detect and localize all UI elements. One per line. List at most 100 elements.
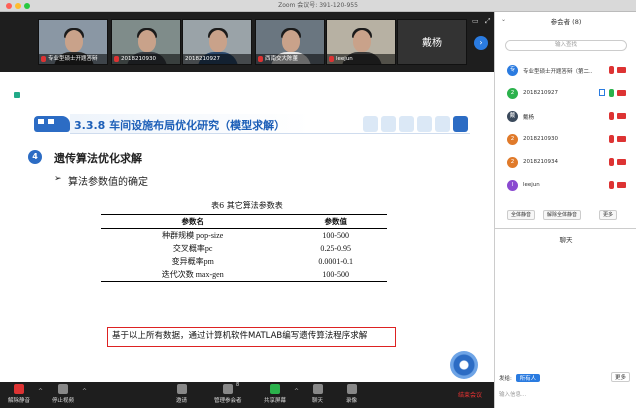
param-name: 变异概率pm	[171, 257, 214, 266]
participants-panel: ⌄ 参会者 (8) 输入查找 专 专业型硕士开题答辩（第二... 2 20182…	[494, 12, 636, 408]
video-off-icon	[617, 159, 626, 165]
train-icon	[453, 116, 468, 132]
video-nametag: 西南交大陈董	[256, 54, 324, 64]
mic-muted-icon	[609, 158, 614, 166]
end-meeting-button[interactable]: 结束会议	[458, 390, 482, 399]
muted-mic-icon	[41, 55, 46, 62]
send-to-label: 发给:	[499, 376, 512, 382]
param-name: 交叉概率pc	[172, 244, 213, 253]
section-title: 3.3.8 车间设施布局优化研究（模型求解）	[74, 119, 286, 132]
avatar: 戴	[507, 111, 518, 122]
mic-muted-icon	[609, 181, 614, 189]
mic-on-icon	[609, 89, 614, 97]
record-icon	[346, 384, 357, 394]
participant-search-input[interactable]: 输入查找	[505, 40, 627, 51]
train-logo-icon	[34, 116, 70, 132]
manage-label: 管理参会者	[214, 398, 242, 404]
person-head	[282, 30, 300, 52]
param-name: 迭代次数 max-gen	[101, 268, 285, 282]
video-off-icon	[617, 182, 626, 188]
table-row: 迭代次数 max-gen 100-500	[101, 268, 387, 282]
unmute-button[interactable]: 解除静音	[8, 384, 30, 404]
column-header: 参数名	[101, 214, 285, 229]
participant-name: 2018210927	[523, 90, 558, 96]
video-nametag: 2018210927	[183, 54, 251, 64]
gear-icon	[450, 351, 478, 379]
chat-input[interactable]: 输入信息...	[499, 388, 633, 402]
table-caption: 表6 其它算法参数表	[211, 201, 283, 210]
video-tile[interactable]: 2018210930	[111, 19, 181, 65]
video-name: 专业型硕士开题答辩	[48, 56, 98, 62]
video-tile-name-only[interactable]: 戴杨	[397, 19, 467, 65]
meeting-main: 专业型硕士开题答辩 2018210930 2018210927 西南交大陈董 l…	[0, 12, 494, 382]
send-to-select[interactable]: 所有人	[515, 374, 541, 382]
parameter-table: 参数名 参数值 种群规模 pop-size 100-500 交叉概率pc 0.2…	[101, 214, 387, 282]
video-off-icon	[617, 90, 626, 96]
participant-list: 专 专业型硕士开题答辩（第二... 2 2018210927 戴 戴杨 2 20…	[495, 60, 636, 198]
record-button[interactable]: 录像	[346, 384, 357, 404]
chat-more-button[interactable]: 更多	[610, 372, 630, 382]
share-screen-button[interactable]: 共享屏幕	[264, 384, 286, 404]
avatar: 专	[507, 65, 518, 76]
video-strip-controls[interactable]: ▭ ⤢	[472, 17, 492, 26]
mic-muted-icon	[609, 112, 614, 120]
avatar: l	[507, 180, 518, 191]
video-nametag: leejun	[327, 54, 395, 64]
step-number-badge: 4	[28, 150, 42, 164]
zoom-window-button[interactable]	[24, 3, 30, 9]
participant-name: 专业型硕士开题答辩（第二...	[523, 69, 593, 75]
share-screen-icon	[270, 384, 280, 394]
arrow-bullet-icon: ➢	[54, 174, 62, 184]
video-off-icon	[617, 67, 626, 73]
param-name: 种群规模 pop-size	[162, 231, 224, 240]
next-page-arrow-icon[interactable]: ›	[474, 36, 488, 50]
table-row: 变异概率pm 0.0001-0.1	[101, 255, 387, 268]
muted-mic-icon	[258, 55, 263, 62]
table-row: 种群规模 pop-size 100-500	[101, 229, 387, 243]
participant-name: leejun	[523, 182, 540, 188]
mic-muted-icon	[609, 66, 614, 74]
invite-icon	[176, 384, 187, 394]
participant-row[interactable]: 2 2018210927	[495, 83, 636, 106]
participant-row[interactable]: 专 专业型硕士开题答辩（第二...	[495, 60, 636, 83]
video-tile[interactable]: 专业型硕士开题答辩	[38, 19, 108, 65]
train-icon	[399, 116, 414, 132]
minimize-window-button[interactable]	[15, 3, 21, 9]
stop-video-button[interactable]: 停止视频	[52, 384, 74, 404]
chat-button[interactable]: 聊天	[312, 384, 323, 404]
muted-mic-icon	[329, 55, 334, 62]
participant-name: 戴杨	[523, 115, 535, 121]
more-button[interactable]: 更多	[599, 210, 618, 220]
conclusion-box: 基于以上所有数据，通过计算机软件MATLAB编写遗传算法程序求解	[107, 327, 396, 347]
person-head	[65, 30, 83, 52]
video-name: 2018210927	[185, 56, 220, 62]
participant-row[interactable]: 2 2018210934	[495, 152, 636, 175]
avatar: 2	[507, 134, 518, 145]
shared-slide: 3.3.8 车间设施布局优化研究（模型求解） 4 遗传算法优化求解 ➢ 算法参数…	[0, 74, 494, 382]
video-tile[interactable]: 西南交大陈董	[255, 19, 325, 65]
close-window-button[interactable]	[6, 3, 12, 9]
chat-title: 聊天	[559, 236, 573, 244]
video-tile[interactable]: 2018210927	[182, 19, 252, 65]
participant-row[interactable]: l leejun	[495, 175, 636, 198]
train-icon	[435, 116, 450, 132]
participants-icon	[222, 384, 233, 394]
unmute-label: 解除静音	[8, 398, 31, 404]
send-to-row: 发给: 所有人	[499, 374, 541, 382]
video-camera-icon	[58, 384, 68, 394]
invite-label: 邀请	[176, 398, 188, 404]
window-controls[interactable]	[6, 3, 30, 9]
train-icon	[363, 116, 378, 132]
video-tile[interactable]: leejun	[326, 19, 396, 65]
video-name: 2018210930	[121, 56, 156, 62]
table-row: 交叉概率pc 0.25-0.95	[101, 242, 387, 255]
video-nametag: 专业型硕士开题答辩	[39, 54, 107, 64]
unmute-all-button[interactable]: 解除全体静音	[543, 210, 582, 220]
invite-button[interactable]: 邀请	[176, 384, 187, 404]
participant-row[interactable]: 2 2018210930	[495, 129, 636, 152]
participant-row[interactable]: 戴 戴杨	[495, 106, 636, 129]
train-icon	[381, 116, 396, 132]
video-off-icon	[617, 113, 626, 119]
mute-all-button[interactable]: 全体静音	[507, 210, 536, 220]
meeting-toolbar: 解除静音 ^ 停止视频 ^ 邀请 管理参会者 8 共享屏幕 ^ 聊天 录像 结束…	[0, 382, 494, 408]
